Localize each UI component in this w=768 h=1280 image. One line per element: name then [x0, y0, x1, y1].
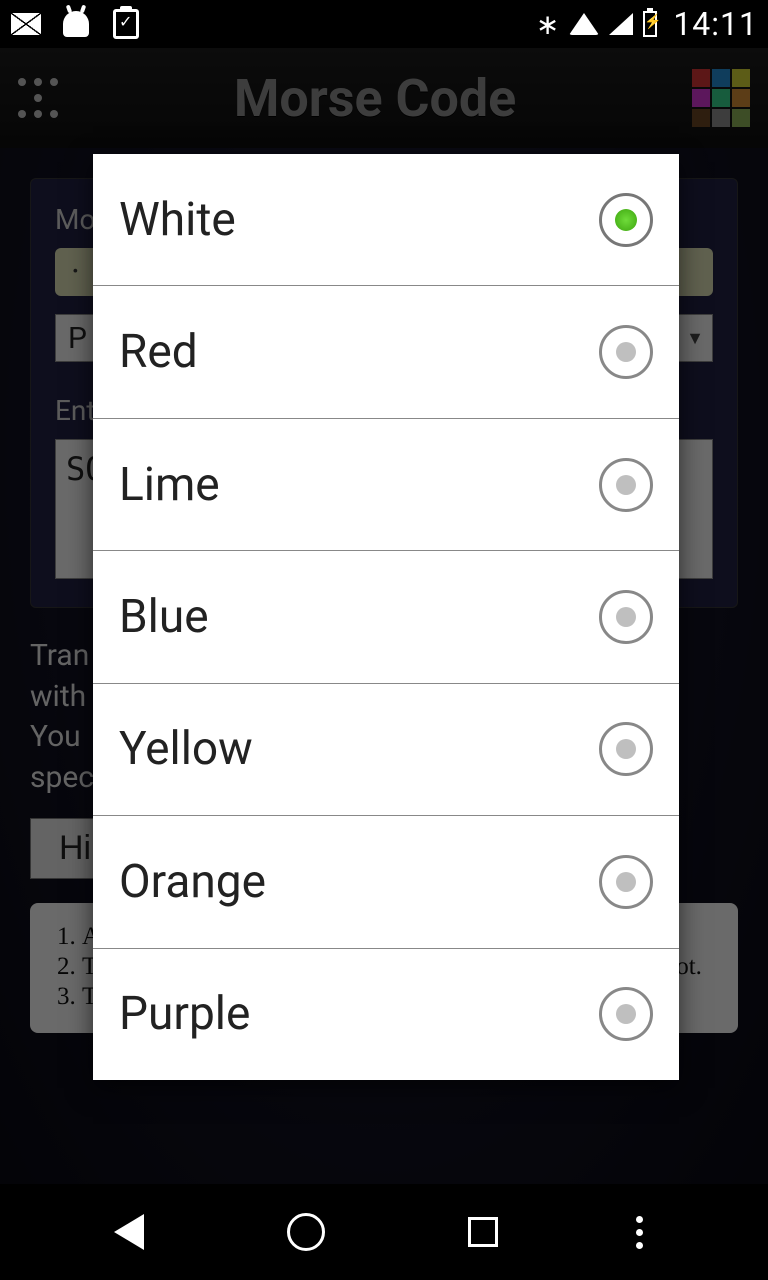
clock: 14:11 [673, 5, 758, 43]
battery-charging-icon [643, 11, 657, 37]
navigation-bar [0, 1184, 768, 1280]
gmail-icon [10, 8, 42, 40]
color-option-label: Red [119, 325, 198, 379]
color-option-lime[interactable]: Lime [93, 419, 679, 551]
radio-unselected-icon [616, 342, 636, 362]
color-option-red[interactable]: Red [93, 286, 679, 418]
radio-unselected-icon [616, 475, 636, 495]
radio-unselected-icon [616, 739, 636, 759]
home-button[interactable] [282, 1208, 330, 1256]
signal-icon [609, 13, 633, 35]
bluetooth-icon: ∗ [536, 8, 559, 41]
color-option-yellow[interactable]: Yellow [93, 684, 679, 816]
clipboard-icon [110, 8, 142, 40]
status-bar: ∗ 14:11 [0, 0, 768, 48]
radio-button[interactable] [599, 722, 653, 776]
radio-button[interactable] [599, 193, 653, 247]
radio-button[interactable] [599, 987, 653, 1041]
radio-unselected-icon [616, 1004, 636, 1024]
radio-unselected-icon [616, 872, 636, 892]
radio-selected-icon [615, 209, 637, 231]
radio-button[interactable] [599, 855, 653, 909]
radio-button[interactable] [599, 325, 653, 379]
color-option-label: Purple [119, 987, 250, 1041]
color-option-label: White [119, 193, 236, 247]
recent-apps-button[interactable] [459, 1208, 507, 1256]
color-option-label: Yellow [119, 722, 253, 776]
android-debug-icon [60, 8, 92, 40]
radio-unselected-icon [616, 607, 636, 627]
color-picker-dialog: White Red Lime Blue Yellow Orange Purple [93, 154, 679, 1080]
back-button[interactable] [105, 1208, 153, 1256]
wifi-icon [569, 13, 599, 35]
color-option-label: Orange [119, 855, 266, 909]
radio-button[interactable] [599, 458, 653, 512]
color-option-label: Blue [119, 590, 209, 644]
color-option-white[interactable]: White [93, 154, 679, 286]
color-option-purple[interactable]: Purple [93, 949, 679, 1080]
radio-button[interactable] [599, 590, 653, 644]
color-option-blue[interactable]: Blue [93, 551, 679, 683]
color-option-orange[interactable]: Orange [93, 816, 679, 948]
color-option-label: Lime [119, 458, 220, 512]
menu-button[interactable] [616, 1208, 664, 1256]
